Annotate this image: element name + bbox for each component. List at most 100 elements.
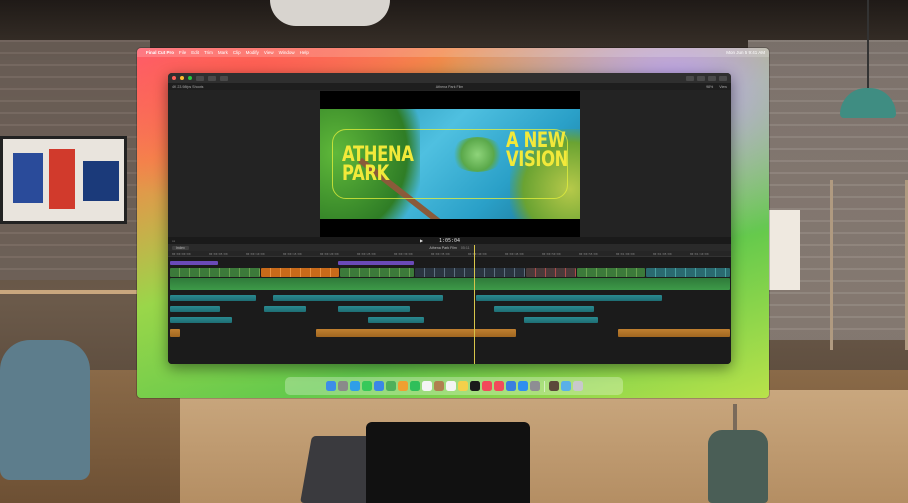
- settings-icon[interactable]: [529, 381, 540, 391]
- timeline-header: Index Athena Park Film 05:11: [168, 244, 731, 251]
- ruler-tick-label: 00:00:10:00: [246, 252, 265, 256]
- video-clip[interactable]: [340, 268, 414, 277]
- ruler-tick-label: 00:01:05:00: [653, 252, 672, 256]
- finder-icon[interactable]: [325, 381, 336, 391]
- ruler-tick-label: 00:00:05:00: [209, 252, 228, 256]
- launchpad-icon[interactable]: [337, 381, 348, 391]
- ceiling-light: [270, 0, 390, 26]
- video-clip[interactable]: [261, 268, 339, 277]
- appstore-icon[interactable]: [517, 381, 528, 391]
- trash-icon[interactable]: [572, 381, 583, 391]
- menu-file[interactable]: File: [179, 50, 186, 55]
- menu-clip[interactable]: Clip: [233, 50, 241, 55]
- audio-track[interactable]: [170, 278, 730, 290]
- menu-view[interactable]: View: [264, 50, 274, 55]
- music-icon[interactable]: [481, 381, 492, 391]
- menu-modify[interactable]: Modify: [246, 50, 259, 55]
- music-clip[interactable]: [170, 329, 180, 337]
- virtual-display: Final Cut Pro File Edit Trim Mark Clip M…: [137, 48, 769, 398]
- lamp-cord: [867, 0, 869, 90]
- share-icon[interactable]: [719, 75, 727, 81]
- timecode: 1:05:04: [438, 237, 461, 244]
- menu-help[interactable]: Help: [300, 50, 309, 55]
- timeline-toggle[interactable]: [697, 75, 705, 81]
- folder-icon[interactable]: [560, 381, 571, 391]
- audio-clip[interactable]: [524, 317, 598, 323]
- viewer-title: Athena Park Film: [435, 84, 464, 89]
- ruler-tick-label: 00:00:55:00: [579, 252, 598, 256]
- dock-separator: [543, 380, 545, 392]
- menu-app-name[interactable]: Final Cut Pro: [146, 50, 174, 55]
- zoom-button[interactable]: [188, 76, 192, 80]
- safari-icon[interactable]: [349, 381, 360, 391]
- window-toolbar: [168, 73, 731, 83]
- menu-trim[interactable]: Trim: [204, 50, 213, 55]
- menu-bar: Final Cut Pro File Edit Trim Mark Clip M…: [137, 48, 769, 57]
- ruler-tick-label: 00:01:00:00: [616, 252, 635, 256]
- audio-clip[interactable]: [170, 317, 232, 323]
- mail-icon[interactable]: [373, 381, 384, 391]
- keywords-button[interactable]: [208, 75, 216, 81]
- audio-clip[interactable]: [170, 295, 256, 301]
- news-icon[interactable]: [493, 381, 504, 391]
- video-clip[interactable]: [526, 268, 576, 277]
- title-clip[interactable]: [338, 261, 414, 265]
- ruler-tick-label: 00:00:40:00: [468, 252, 487, 256]
- inspector-toggle[interactable]: [708, 75, 716, 81]
- timeline-project-tab[interactable]: Athena Park Film 05:11: [168, 246, 731, 250]
- ruler-tick-label: 00:00:20:00: [320, 252, 339, 256]
- video-clip[interactable]: [170, 268, 260, 277]
- notes-icon[interactable]: [457, 381, 468, 391]
- ruler-tick-label: 00:00:50:00: [542, 252, 561, 256]
- close-button[interactable]: [172, 76, 176, 80]
- viewer-header: 4K 23.98fps Shoots Athena Park Film 98% …: [168, 83, 731, 90]
- diffuser-bottle: [708, 430, 768, 503]
- facetime-icon[interactable]: [409, 381, 420, 391]
- music-clip[interactable]: [618, 329, 730, 337]
- audio-clip[interactable]: [494, 306, 594, 312]
- title-clip[interactable]: [170, 261, 218, 265]
- maps-icon[interactable]: [385, 381, 396, 391]
- ruler-tick-label: 00:00:35:00: [431, 252, 450, 256]
- contacts-icon[interactable]: [433, 381, 444, 391]
- ruler-tick-label: 00:01:10:00: [690, 252, 709, 256]
- final-cut-window: 4K 23.98fps Shoots Athena Park Film 98% …: [168, 73, 731, 364]
- title-a-new-vision: A NEW VISION: [506, 128, 568, 171]
- audio-clip[interactable]: [476, 295, 662, 301]
- timeline[interactable]: [168, 245, 731, 364]
- video-viewer[interactable]: ATHENA PARK A NEW VISION: [320, 91, 580, 237]
- playhead[interactable]: [474, 245, 475, 364]
- audio-clip[interactable]: [368, 317, 424, 323]
- menu-edit[interactable]: Edit: [191, 50, 199, 55]
- shelving-unit: [830, 180, 908, 350]
- ruler-tick-label: 00:00:00:00: [172, 252, 191, 256]
- audio-clip[interactable]: [273, 295, 443, 301]
- background-tasks-button[interactable]: [220, 75, 228, 81]
- menu-window[interactable]: Window: [279, 50, 295, 55]
- finalcut-icon[interactable]: [548, 381, 559, 391]
- photos-icon[interactable]: [397, 381, 408, 391]
- video-clip[interactable]: [415, 268, 525, 277]
- music-clip[interactable]: [316, 329, 516, 337]
- ruler-tick-label: 00:00:45:00: [505, 252, 524, 256]
- minimize-button[interactable]: [180, 76, 184, 80]
- menu-clock[interactable]: Mon Jun 5 9:41 AM: [726, 50, 765, 55]
- video-clip[interactable]: [646, 268, 730, 277]
- video-clip[interactable]: [577, 268, 645, 277]
- messages-icon[interactable]: [361, 381, 372, 391]
- reminders-icon[interactable]: [445, 381, 456, 391]
- libraries-toggle[interactable]: [686, 75, 694, 81]
- menu-mark[interactable]: Mark: [218, 50, 228, 55]
- lounge-chair: [0, 340, 90, 480]
- audio-clip[interactable]: [338, 306, 410, 312]
- video-frame: ATHENA PARK A NEW VISION: [320, 109, 580, 219]
- calendar-icon[interactable]: [421, 381, 432, 391]
- ruler-tick-label: 00:00:15:00: [283, 252, 302, 256]
- keynote-icon[interactable]: [505, 381, 516, 391]
- wall-painting: [0, 136, 127, 224]
- audio-clip[interactable]: [170, 306, 220, 312]
- audio-clip[interactable]: [264, 306, 306, 312]
- import-button[interactable]: [196, 75, 204, 81]
- appletv-icon[interactable]: [469, 381, 480, 391]
- tablet: [366, 422, 530, 503]
